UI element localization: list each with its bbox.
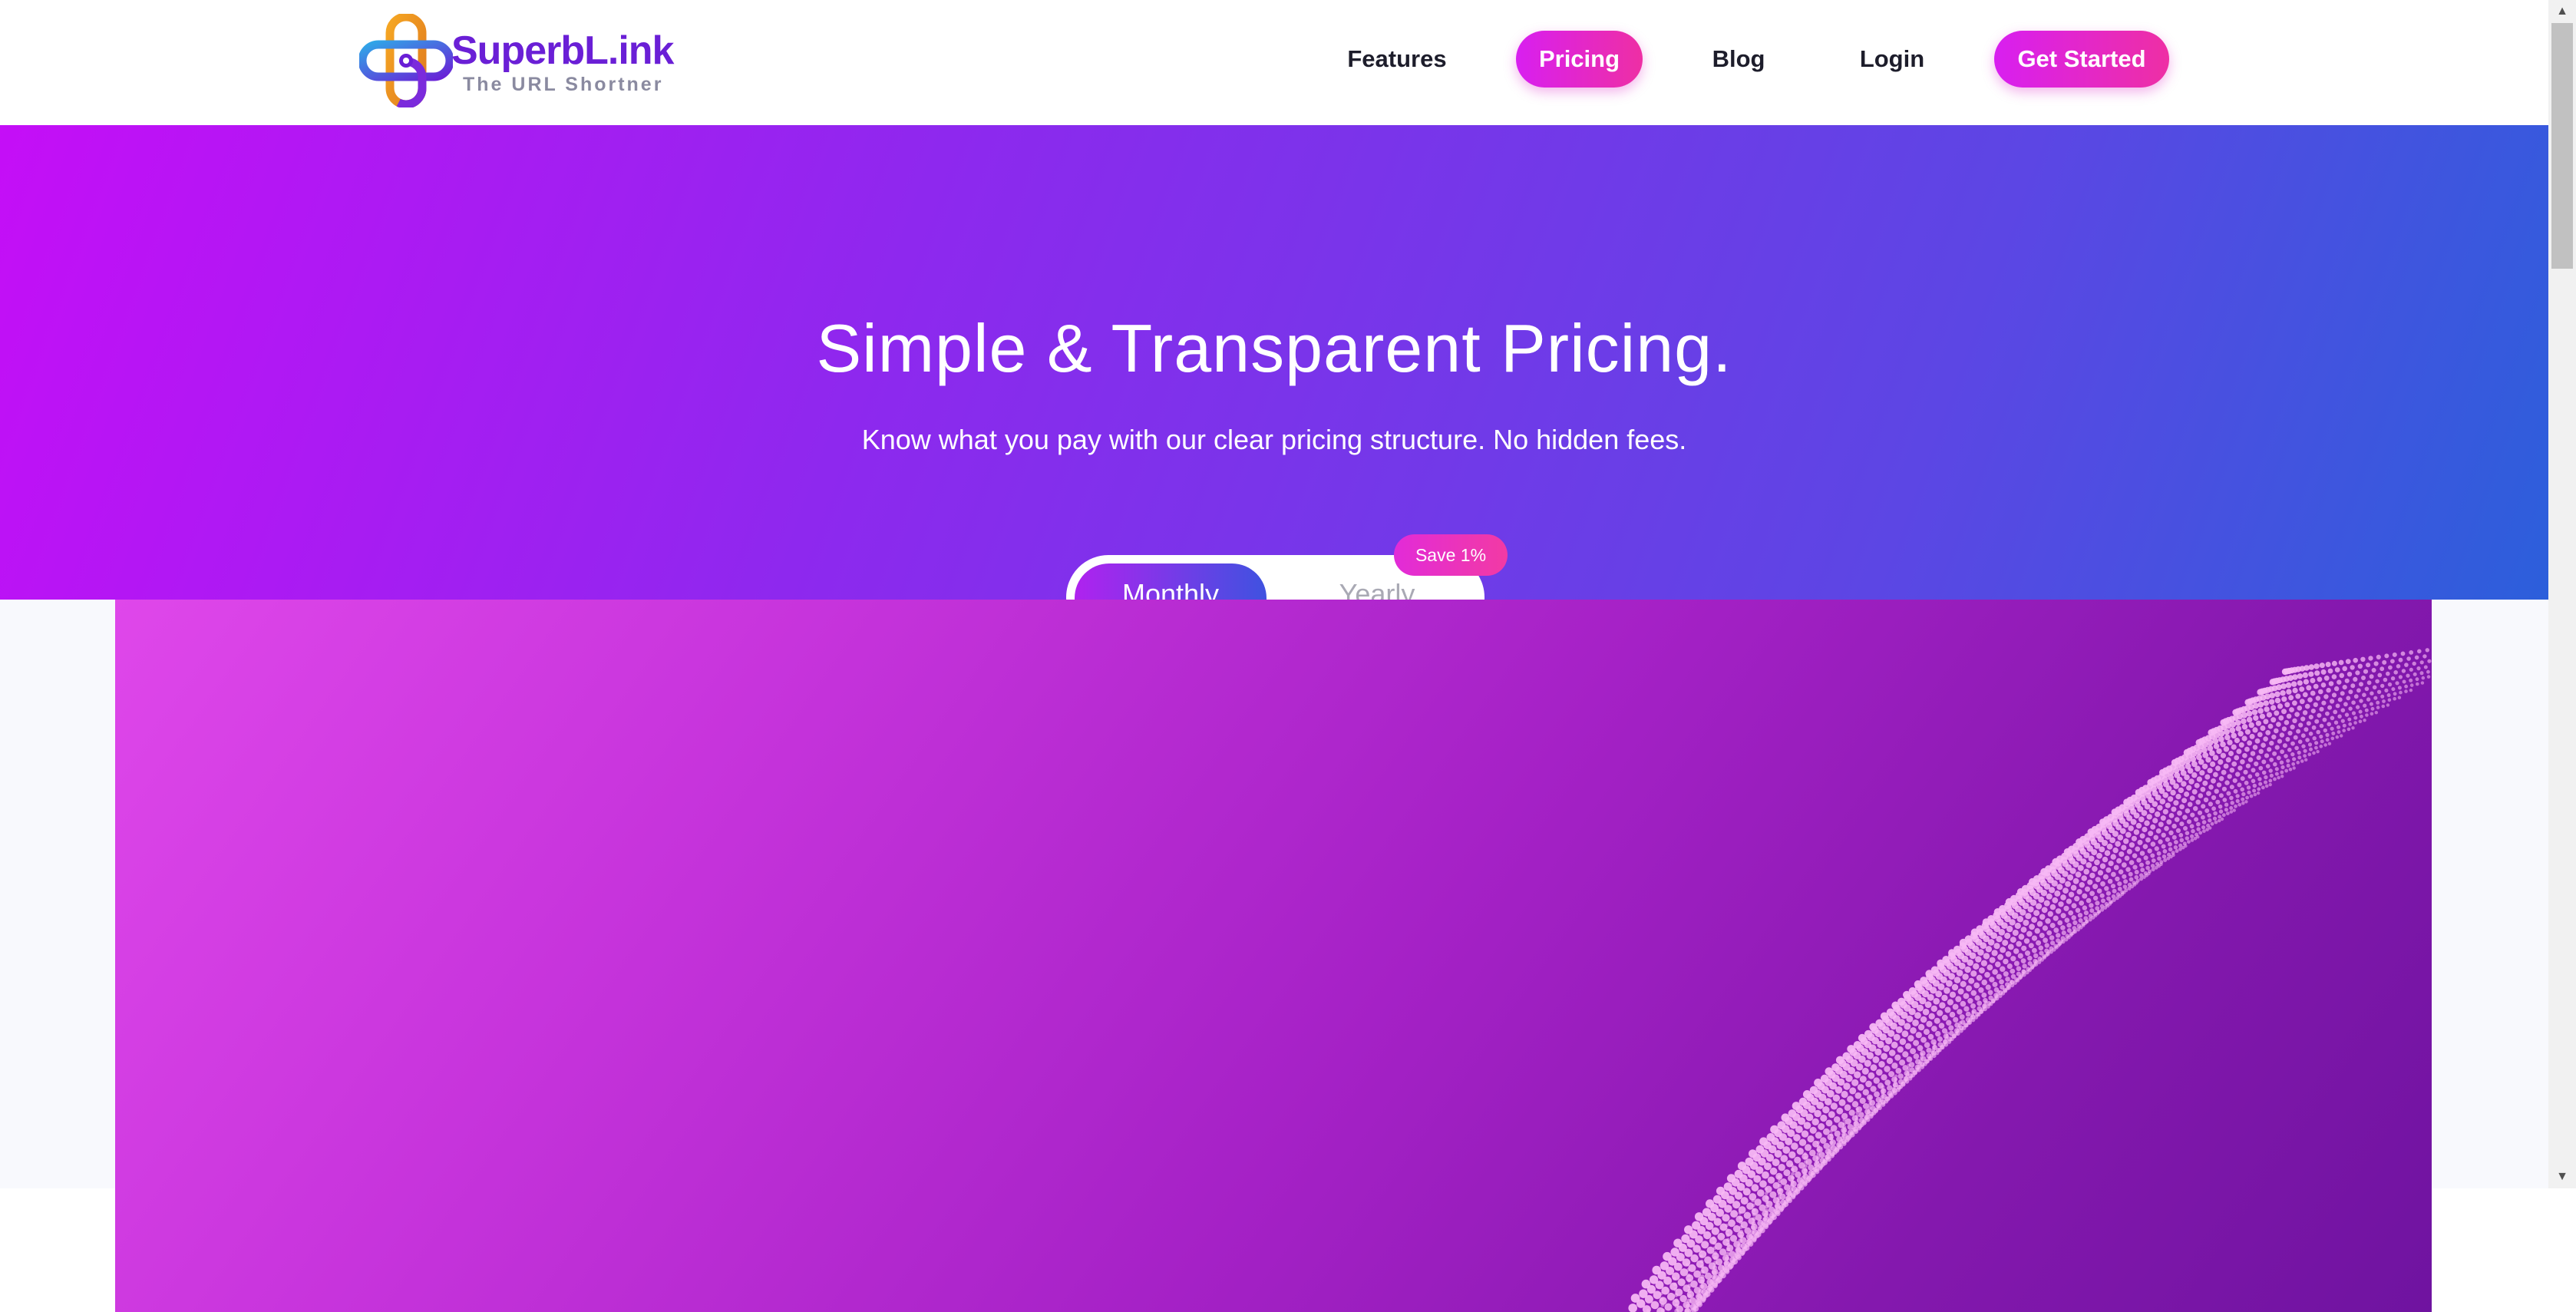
monthly-option[interactable]: Monthly: [1075, 563, 1267, 600]
page-subtitle: Know what you pay with our clear pricing…: [861, 424, 1687, 455]
chain-link-logo-icon: [359, 14, 453, 107]
pricing-hero: Simple & Transparent Pricing. Know what …: [0, 125, 2548, 600]
brand-logo[interactable]: SuperbL.ink The URL Shortner: [359, 14, 674, 107]
dotted-wave-graphic: [1628, 648, 2432, 1312]
scroll-thumb[interactable]: [2551, 23, 2573, 269]
get-started-button[interactable]: Get Started: [1994, 31, 2169, 88]
chevron-down-icon[interactable]: ▼: [2548, 1165, 2576, 1188]
chevron-up-icon[interactable]: ▲: [2548, 0, 2576, 23]
nav-login-link[interactable]: Login: [1838, 31, 1946, 88]
brand-tagline: The URL Shortner: [463, 74, 664, 95]
page-scrollbar[interactable]: ▲ ▼: [2548, 0, 2576, 1188]
nav-pricing-link[interactable]: Pricing: [1516, 31, 1643, 88]
nav-blog-link[interactable]: Blog: [1696, 31, 1781, 88]
site-header: SuperbL.ink The URL Shortner Features Pr…: [0, 0, 2548, 125]
brand-name: SuperbL.ink: [451, 28, 674, 73]
promo-banner: [115, 600, 2432, 1312]
nav-features-link[interactable]: Features: [1320, 31, 1474, 88]
page-title: Simple & Transparent Pricing.: [816, 310, 1732, 386]
save-badge: Save 1%: [1394, 534, 1508, 576]
